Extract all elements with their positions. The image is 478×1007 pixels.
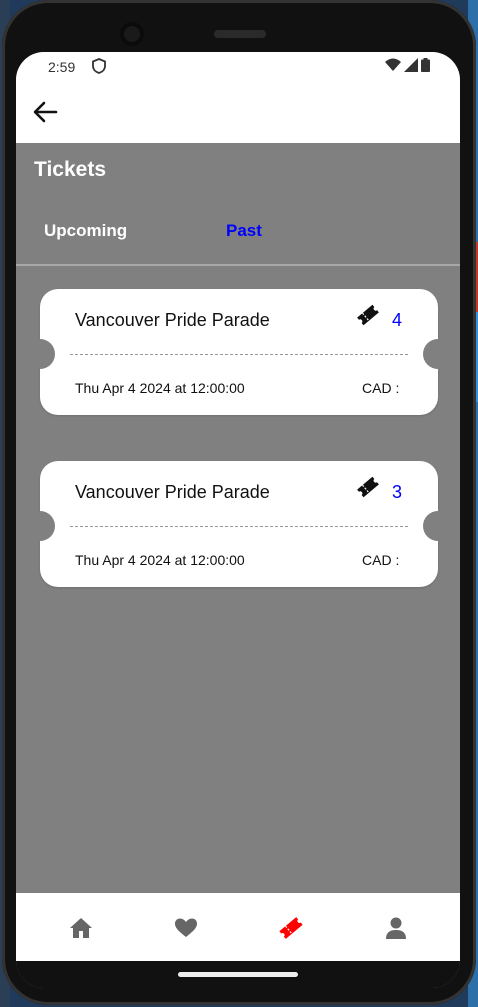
nav-person-icon[interactable] xyxy=(383,915,409,941)
status-time: 2:59 xyxy=(48,59,76,75)
nav-home-icon[interactable] xyxy=(68,915,94,941)
cell-signal-icon xyxy=(404,58,418,72)
ticket-icon xyxy=(356,475,380,499)
ticket-perforation xyxy=(70,526,408,527)
ticket-notch-right xyxy=(423,511,453,541)
ticket-count: 4 xyxy=(392,310,403,330)
tab-past[interactable]: Past xyxy=(226,221,262,241)
battery-icon xyxy=(421,58,430,72)
earpiece-speaker xyxy=(214,30,266,38)
ticket-notch-left xyxy=(25,339,55,369)
ticket-card[interactable]: Vancouver Pride Parade 3 Thu Apr 4 2024 … xyxy=(25,461,453,587)
nav-heart-icon[interactable] xyxy=(173,915,199,941)
app-bar xyxy=(16,82,460,143)
front-camera xyxy=(120,22,144,46)
system-navigation-bar xyxy=(16,961,460,988)
tab-divider xyxy=(16,264,460,266)
app-screen: 2:59 Tickets Upcoming Past Vancouver Pri… xyxy=(16,52,460,988)
ticket-title: Vancouver Pride Parade xyxy=(75,310,270,330)
shield-icon xyxy=(92,58,106,77)
ticket-count: 3 xyxy=(392,482,403,502)
ticket-title: Vancouver Pride Parade xyxy=(75,482,270,502)
ticket-date: Thu Apr 4 2024 at 12:00:00 xyxy=(75,380,245,396)
wifi-icon xyxy=(385,58,401,71)
ticket-card[interactable]: Vancouver Pride Parade 4 Thu Apr 4 2024 … xyxy=(25,289,453,415)
bottom-nav xyxy=(16,893,460,961)
ticket-notch-right xyxy=(423,339,453,369)
ticket-price: CAD : xyxy=(362,380,400,396)
home-indicator[interactable] xyxy=(178,972,298,977)
ticket-notch-left xyxy=(25,511,55,541)
status-bar: 2:59 xyxy=(16,52,460,82)
page-title: Tickets xyxy=(34,158,106,181)
ticket-perforation xyxy=(70,354,408,355)
ticket-icon xyxy=(356,303,380,327)
back-arrow-icon[interactable] xyxy=(30,96,62,128)
status-icons xyxy=(385,58,430,72)
ticket-date: Thu Apr 4 2024 at 12:00:00 xyxy=(75,552,245,568)
tab-upcoming[interactable]: Upcoming xyxy=(44,221,127,241)
nav-ticket-icon[interactable] xyxy=(278,915,304,941)
phone-frame: 2:59 Tickets Upcoming Past Vancouver Pri… xyxy=(2,0,476,1005)
ticket-price: CAD : xyxy=(362,552,400,568)
